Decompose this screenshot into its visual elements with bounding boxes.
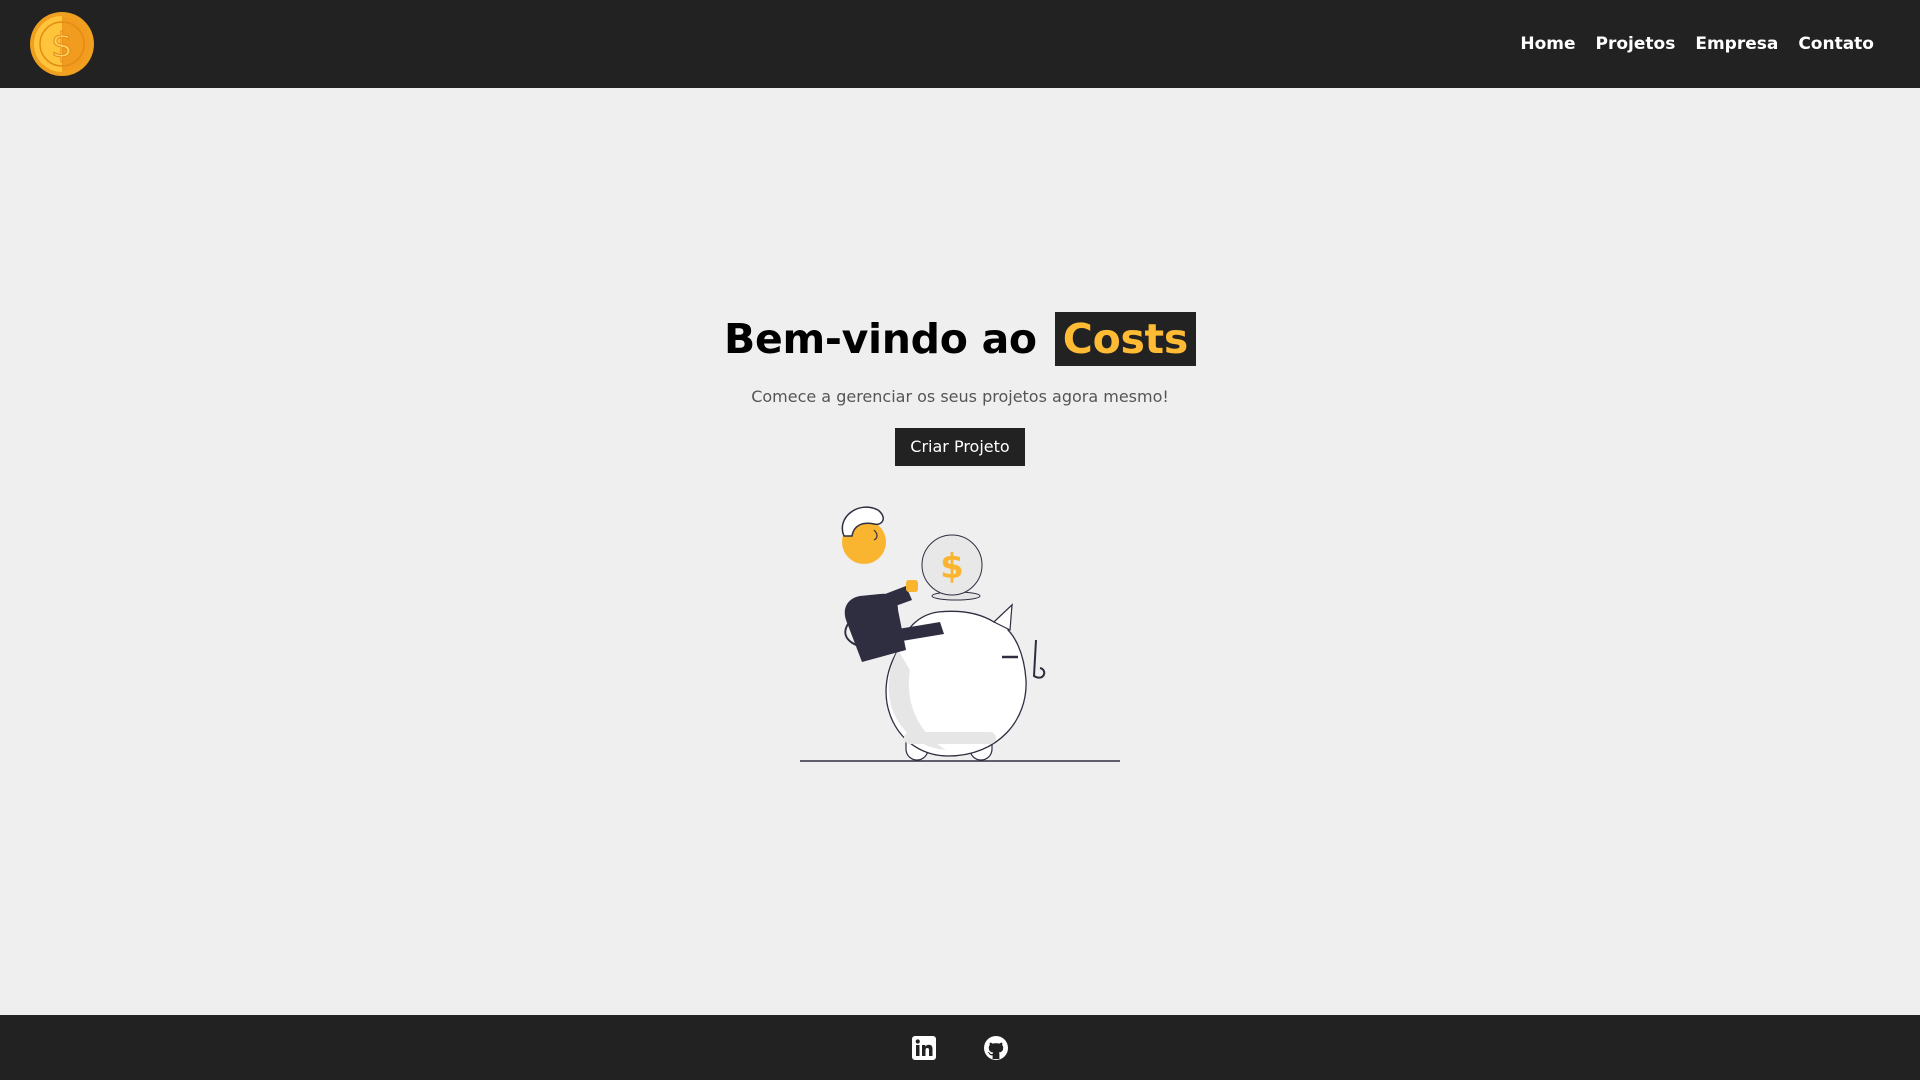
nav-link-home[interactable]: Home — [1520, 34, 1575, 54]
hero-section: Bem-vindo ao Costs Comece a gerenciar os… — [0, 311, 1920, 466]
main-nav: Home Projetos Empresa Contato — [1500, 34, 1874, 54]
hero-subtitle: Comece a gerenciar os seus projetos agor… — [751, 387, 1169, 406]
piggy-bank-illustration: $ — [800, 506, 1120, 762]
navbar: $ Home Projetos Empresa Contato — [0, 0, 1920, 88]
svg-text:$: $ — [940, 547, 964, 587]
coin-dollar-icon[interactable]: $ — [29, 11, 95, 77]
svg-text:$: $ — [51, 26, 73, 66]
nav-link-projetos[interactable]: Projetos — [1596, 34, 1676, 54]
nav-list: Home Projetos Empresa Contato — [1500, 34, 1874, 54]
title-prefix: Bem-vindo ao — [724, 315, 1037, 363]
brand-highlight: Costs — [1054, 312, 1196, 366]
github-icon[interactable] — [983, 1035, 1009, 1061]
create-project-button[interactable]: Criar Projeto — [895, 428, 1025, 466]
nav-link-contato[interactable]: Contato — [1798, 34, 1874, 54]
footer — [0, 1015, 1920, 1080]
nav-link-empresa[interactable]: Empresa — [1695, 34, 1778, 54]
linkedin-icon[interactable] — [911, 1035, 937, 1061]
page-title: Bem-vindo ao Costs — [0, 311, 1920, 367]
main-content: Bem-vindo ao Costs Comece a gerenciar os… — [0, 88, 1920, 1015]
